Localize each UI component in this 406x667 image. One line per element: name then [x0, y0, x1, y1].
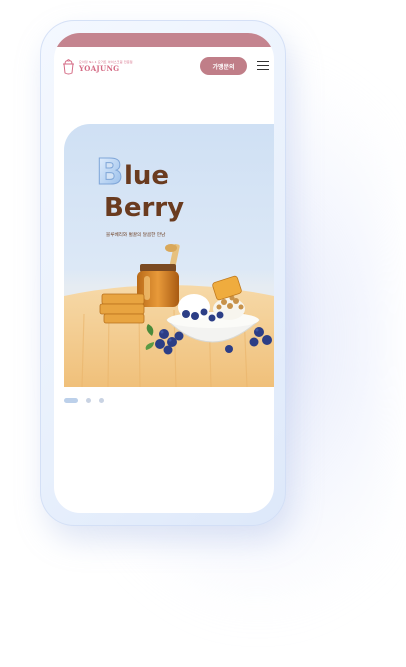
- banner-artwork: B lue Berry 블루베리와 벌꿀의 달콤한 만남: [64, 152, 274, 387]
- page-background: 요아정 No.1 요거트 아이스크림 전문점 YOAJUNG 가맹문의 B lu…: [0, 0, 406, 667]
- top-bar: [54, 33, 274, 47]
- brand-name: YOAJUNG: [79, 63, 120, 73]
- brand-logo[interactable]: 요아정 No.1 요거트 아이스크림 전문점 YOAJUNG: [62, 56, 133, 76]
- menu-line: [257, 64, 269, 67]
- yogurt-cup-icon: [63, 58, 74, 74]
- franchise-inquiry-button[interactable]: 가맹문의: [200, 57, 247, 75]
- menu-line: [257, 61, 269, 63]
- slider-dot-2[interactable]: [86, 398, 91, 403]
- banner-title-second: Berry: [104, 193, 184, 223]
- banner-title-rest: lue: [124, 161, 169, 191]
- slider-dot-1[interactable]: [64, 398, 78, 403]
- slider-pagination: [64, 398, 112, 403]
- phone-screen: 요아정 No.1 요거트 아이스크림 전문점 YOAJUNG 가맹문의 B lu…: [54, 33, 274, 513]
- menu-line: [257, 68, 269, 70]
- hamburger-menu-icon[interactable]: [257, 61, 269, 70]
- banner-subtitle: 블루베리와 벌꿀의 달콤한 만남: [106, 231, 166, 238]
- banner-title-initial: B: [96, 152, 123, 193]
- hero-banner-slide[interactable]: B lue Berry 블루베리와 벌꿀의 달콤한 만남: [64, 124, 274, 387]
- slider-dot-3[interactable]: [99, 398, 104, 403]
